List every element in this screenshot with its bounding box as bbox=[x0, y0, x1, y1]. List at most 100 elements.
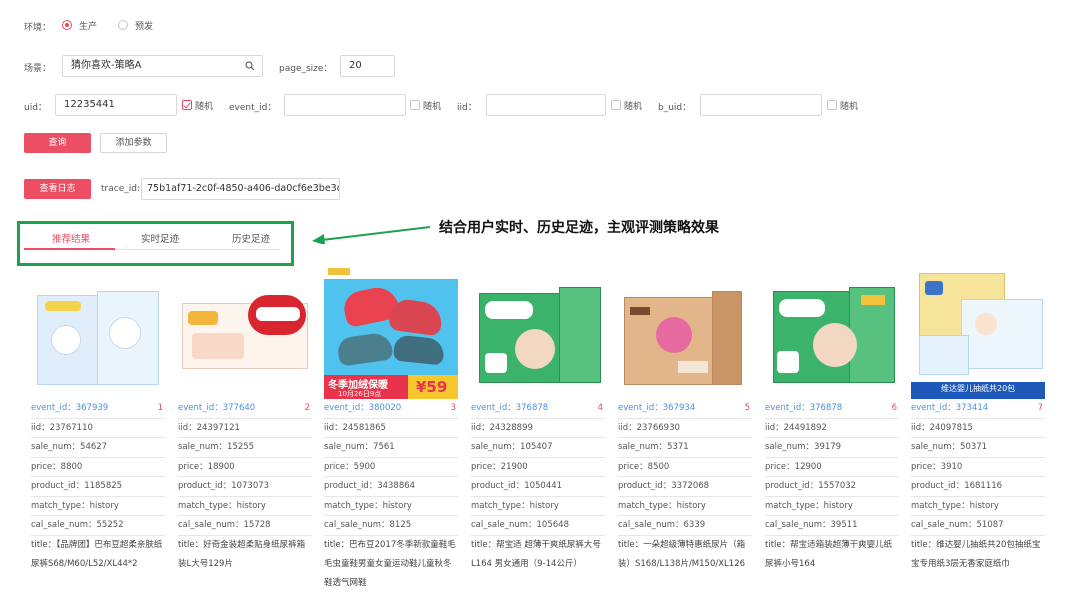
env-option-pre[interactable]: 预发 bbox=[135, 19, 153, 32]
iid-row: iid：24491892 bbox=[765, 419, 899, 438]
iid-input[interactable] bbox=[486, 94, 606, 116]
promo-price: ¥59 bbox=[416, 378, 448, 396]
match-type-row: match_type：history bbox=[31, 497, 165, 516]
product-title: title：帮宝适 超薄干爽纸尿裤大号L164 男女通用（9-14公斤） bbox=[471, 539, 601, 569]
view-log-button[interactable]: 查看日志 bbox=[24, 179, 91, 199]
product-title: title：维达婴儿抽纸共20包抽纸宝宝专用纸3层无香家庭纸巾 bbox=[911, 539, 1041, 569]
cal-sale-num-row: cal_sale_num：105648 bbox=[471, 516, 605, 536]
tabs-divider bbox=[115, 249, 280, 250]
product-id-row: product_id：3438864 bbox=[324, 477, 458, 497]
cal-sale-num-row: cal_sale_num：8125 bbox=[324, 516, 458, 536]
iid-random-checkbox[interactable] bbox=[611, 100, 621, 113]
product-id-row: product_id：1185825 bbox=[31, 477, 165, 497]
match-type-row: match_type：history bbox=[618, 497, 752, 516]
match-type-row: match_type：history bbox=[324, 497, 458, 516]
product-card[interactable]: event_id：367939 1 iid：23767110 sale_num：5… bbox=[31, 265, 168, 594]
env-radio-prod[interactable] bbox=[62, 20, 72, 33]
product-title: title：【品牌团】巴布豆超柔亲肤纸尿裤S68/M60/L52/XL44*2 bbox=[31, 539, 163, 569]
event-id-row: event_id：373414 7 bbox=[911, 399, 1045, 419]
cal-sale-num-row: cal_sale_num：51087 bbox=[911, 516, 1045, 536]
match-type-row: match_type：history bbox=[178, 497, 312, 516]
checkbox-checked-icon bbox=[182, 100, 192, 110]
product-id-row: product_id：1681116 bbox=[911, 477, 1045, 497]
product-card[interactable]: 冬季加绒保暖 10月26日9点 ¥59 event_id：380020 3 iid… bbox=[324, 265, 461, 594]
b-uid-input[interactable] bbox=[700, 94, 822, 116]
sale-num-row: sale_num：39179 bbox=[765, 438, 899, 458]
add-param-button[interactable]: 添加参数 bbox=[100, 133, 167, 153]
price-row: price：5900 bbox=[324, 458, 458, 477]
iid-row: iid：24397121 bbox=[178, 419, 312, 438]
event-id-row: event_id：377640 2 bbox=[178, 399, 312, 419]
price-row: price：8500 bbox=[618, 458, 752, 477]
cal-sale-num-row: cal_sale_num：55252 bbox=[31, 516, 165, 536]
product-id-row: product_id：1557032 bbox=[765, 477, 899, 497]
event-id-row: event_id：380020 3 bbox=[324, 399, 458, 419]
env-radio-pre[interactable] bbox=[118, 20, 128, 33]
rank-badge: 5 bbox=[744, 403, 750, 413]
checkbox-unchecked-icon bbox=[410, 100, 420, 110]
cal-sale-num-row: cal_sale_num：39511 bbox=[765, 516, 899, 536]
rank-badge: 7 bbox=[1037, 403, 1043, 413]
search-icon[interactable] bbox=[245, 61, 255, 71]
product-title: title：巴布豆2017冬季新款童鞋毛毛虫童鞋男童女童运动鞋儿童秋冬鞋透气网鞋 bbox=[324, 539, 456, 589]
checkbox-unchecked-icon bbox=[827, 100, 837, 110]
radio-unchecked-icon bbox=[118, 20, 128, 30]
trace-id-label: trace_id: bbox=[101, 184, 140, 194]
query-button[interactable]: 查询 bbox=[24, 133, 91, 153]
sale-num-row: sale_num：15255 bbox=[178, 438, 312, 458]
product-id-row: product_id：1050441 bbox=[471, 477, 605, 497]
product-card[interactable]: event_id：376878 4 iid：24328899 sale_num：1… bbox=[471, 265, 608, 594]
price-row: price：18900 bbox=[178, 458, 312, 477]
tab-history-footprint[interactable]: 历史足迹 bbox=[232, 231, 270, 245]
event-id-input[interactable] bbox=[284, 94, 406, 116]
active-tab-underline bbox=[24, 248, 115, 250]
product-image bbox=[765, 265, 899, 399]
event-id-random-checkbox[interactable] bbox=[410, 100, 420, 113]
tab-realtime-footprint[interactable]: 实时足迹 bbox=[141, 231, 179, 245]
event-id-row: event_id：367934 5 bbox=[618, 399, 752, 419]
product-card[interactable]: 维达婴儿抽纸共20包 event_id：373414 7 iid：24097815… bbox=[911, 265, 1048, 594]
page-size-input[interactable]: 20 bbox=[340, 55, 395, 77]
env-option-prod[interactable]: 生产 bbox=[79, 19, 97, 32]
b-uid-random-checkbox[interactable] bbox=[827, 100, 837, 113]
product-id-row: product_id：1073073 bbox=[178, 477, 312, 497]
uid-random-label: 随机 bbox=[195, 102, 214, 112]
sale-num-row: sale_num：54627 bbox=[31, 438, 165, 458]
product-image bbox=[471, 265, 605, 399]
iid-random-label: 随机 bbox=[624, 102, 643, 112]
event-id-row: event_id：376878 4 bbox=[471, 399, 605, 419]
iid-row: iid：23767110 bbox=[31, 419, 165, 438]
product-card[interactable]: event_id：376878 6 iid：24491892 sale_num：3… bbox=[765, 265, 902, 594]
product-id-row: product_id：3372068 bbox=[618, 477, 752, 497]
rank-badge: 3 bbox=[450, 403, 456, 413]
tab-recommend-results[interactable]: 推荐结果 bbox=[52, 231, 90, 245]
product-title: title：一朵超级薄特惠纸尿片（箱装）S168/L138片/M150/XL12… bbox=[618, 539, 746, 569]
promo-date: 10月26日9点 bbox=[338, 390, 382, 398]
b-uid-label: b_uid： bbox=[658, 103, 692, 113]
match-type-row: match_type：history bbox=[765, 497, 899, 516]
event-id-random-label: 随机 bbox=[423, 102, 442, 112]
scene-value: 猜你喜欢-策略A bbox=[71, 60, 142, 71]
product-card[interactable]: event_id：377640 2 iid：24397121 sale_num：1… bbox=[178, 265, 315, 594]
page-size-label: page_size： bbox=[279, 64, 333, 74]
annotation-text: 结合用户实时、历史足迹，主观评测策略效果 bbox=[439, 220, 719, 236]
uid-input[interactable]: 12235441 bbox=[55, 94, 177, 116]
price-row: price：8800 bbox=[31, 458, 165, 477]
uid-random-checkbox[interactable] bbox=[182, 100, 192, 113]
rank-badge: 4 bbox=[597, 403, 603, 413]
b-uid-random-label: 随机 bbox=[840, 102, 859, 112]
scene-select[interactable]: 猜你喜欢-策略A bbox=[62, 55, 263, 77]
sale-num-row: sale_num：50371 bbox=[911, 438, 1045, 458]
iid-row: iid：24581865 bbox=[324, 419, 458, 438]
trace-id-input[interactable]: 75b1af71-2c0f-4850-a406-da0cf6e3be3d bbox=[141, 178, 340, 200]
rank-badge: 2 bbox=[304, 403, 310, 413]
arrow-left-icon bbox=[312, 226, 431, 244]
event-id-row: event_id：367939 1 bbox=[31, 399, 165, 419]
product-image: 维达婴儿抽纸共20包 bbox=[911, 265, 1045, 399]
cal-sale-num-row: cal_sale_num：15728 bbox=[178, 516, 312, 536]
rank-badge: 6 bbox=[891, 403, 897, 413]
checkbox-unchecked-icon bbox=[611, 100, 621, 110]
event-id-row: event_id：376878 6 bbox=[765, 399, 899, 419]
product-card[interactable]: event_id：367934 5 iid：23766930 sale_num：5… bbox=[618, 265, 755, 594]
product-image bbox=[31, 265, 165, 399]
